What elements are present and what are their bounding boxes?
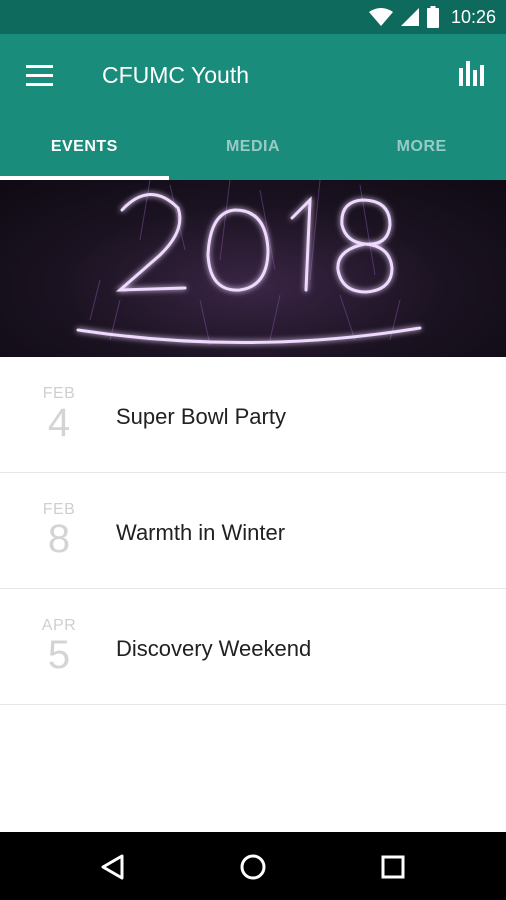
cell-signal-icon — [400, 8, 419, 26]
list-item[interactable]: FEB 4 Super Bowl Party — [0, 357, 506, 473]
tab-events[interactable]: EVENTS — [0, 114, 169, 180]
app-bar: CFUMC Youth EVENTS MEDIA MORE — [0, 34, 506, 180]
system-nav-bar — [0, 832, 506, 900]
event-day: 4 — [47, 401, 71, 445]
bar-chart-icon — [459, 61, 484, 86]
back-button[interactable] — [98, 852, 128, 882]
recents-button[interactable] — [378, 852, 408, 882]
recents-square-icon — [381, 855, 405, 879]
event-date: FEB 8 — [36, 501, 82, 559]
home-circle-icon — [240, 854, 266, 880]
wifi-icon — [368, 8, 393, 26]
event-title: Discovery Weekend — [116, 636, 312, 661]
event-title: Warmth in Winter — [116, 520, 286, 545]
hamburger-icon-bar-3 — [26, 83, 53, 86]
event-day: 5 — [47, 633, 71, 677]
battery-icon — [426, 6, 439, 28]
hamburger-icon-bar-1 — [26, 65, 53, 68]
event-date: APR 5 — [36, 617, 82, 675]
home-button[interactable] — [238, 852, 268, 882]
banner-image — [0, 180, 506, 357]
event-date: FEB 4 — [36, 385, 82, 443]
menu-button[interactable] — [26, 64, 54, 88]
sparkler-2018-graphic — [76, 180, 422, 346]
status-icons: 10:26 — [368, 0, 496, 34]
tab-bar: EVENTS MEDIA MORE — [0, 114, 506, 180]
list-item[interactable]: FEB 8 Warmth in Winter — [0, 473, 506, 589]
chart-button[interactable] — [458, 58, 486, 86]
back-triangle-icon — [101, 854, 124, 880]
status-time: 10:26 — [450, 6, 496, 27]
hamburger-icon-bar-2 — [26, 74, 53, 77]
event-day: 8 — [47, 517, 71, 561]
tab-media[interactable]: MEDIA — [169, 114, 338, 180]
status-bar: 10:26 — [0, 0, 506, 34]
app-title: CFUMC Youth — [102, 62, 250, 88]
tab-more[interactable]: MORE — [337, 114, 506, 180]
event-title: Super Bowl Party — [116, 404, 286, 429]
list-item[interactable]: APR 5 Discovery Weekend — [0, 589, 506, 705]
events-list: FEB 4 Super Bowl Party FEB 8 Warmth in W… — [0, 357, 506, 705]
